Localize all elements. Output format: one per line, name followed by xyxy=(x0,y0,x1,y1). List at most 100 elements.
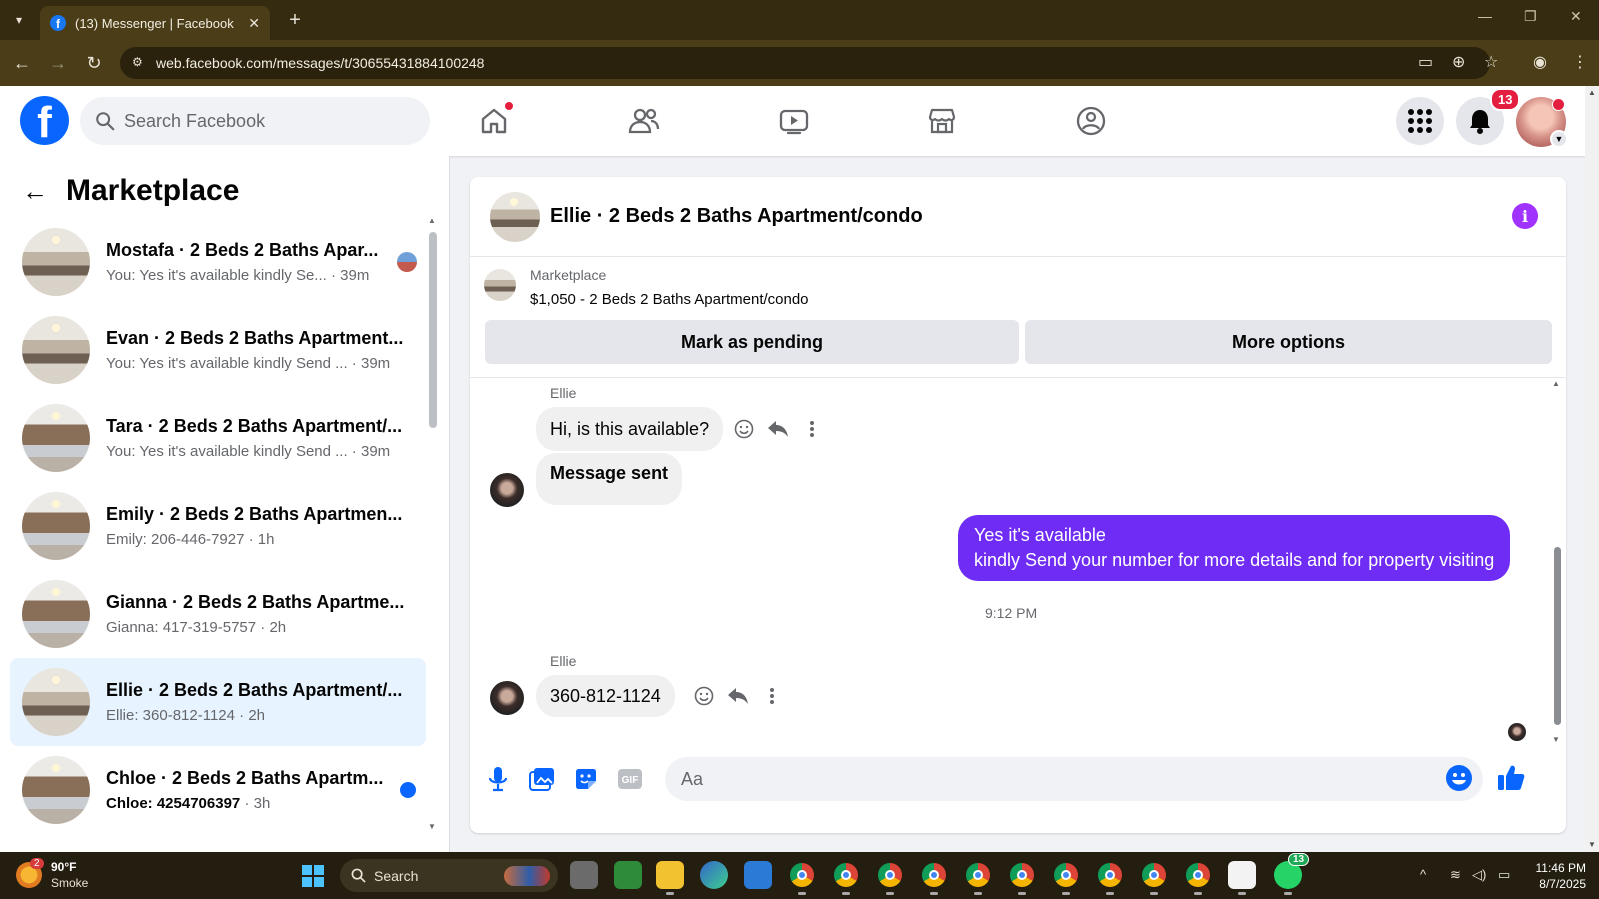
message-input[interactable]: Aa xyxy=(665,757,1483,801)
whatsapp-icon[interactable]: 13 xyxy=(1274,853,1310,895)
scrollbar-thumb[interactable] xyxy=(1554,547,1561,725)
mark-as-pending-button[interactable]: Mark as pending xyxy=(485,320,1019,364)
watch-nav-button[interactable] xyxy=(774,101,814,141)
conversation-item-active[interactable]: Ellie · 2 Beds 2 Baths Apartment/... Ell… xyxy=(10,658,426,746)
friends-nav-button[interactable] xyxy=(624,101,664,141)
browser-menu-icon[interactable]: ⋮ xyxy=(1572,52,1588,72)
preview-time: 39m xyxy=(360,443,391,460)
conversation-item[interactable]: Chloe · 2 Beds 2 Baths Apartm... Chloe: … xyxy=(10,746,426,834)
chrome-icon[interactable] xyxy=(1140,861,1168,895)
gif-icon[interactable]: GIF xyxy=(616,765,644,793)
emoji-picker-icon[interactable] xyxy=(1445,764,1473,792)
spreadsheet-app-icon[interactable] xyxy=(614,861,642,889)
edge-browser-icon[interactable] xyxy=(700,861,728,889)
voice-clip-icon[interactable] xyxy=(484,765,512,793)
system-clock[interactable]: 11:46 PM 8/7/2025 xyxy=(1530,860,1586,892)
incoming-message-bubble[interactable]: Hi, is this available? xyxy=(536,407,724,451)
chrome-icon[interactable] xyxy=(832,861,860,895)
scroll-down-arrow-icon[interactable]: ▼ xyxy=(1588,840,1596,849)
weather-widget[interactable]: 2 90°F Smoke xyxy=(16,858,88,890)
reply-icon[interactable] xyxy=(766,417,790,441)
more-actions-icon[interactable] xyxy=(800,417,824,441)
facebook-search-input[interactable]: Search Facebook xyxy=(80,97,430,145)
back-arrow-icon[interactable]: ← xyxy=(22,176,48,207)
scroll-up-arrow-icon[interactable]: ▲ xyxy=(1552,379,1560,388)
task-view-icon[interactable] xyxy=(570,861,598,889)
facebook-logo-icon[interactable]: f xyxy=(20,96,69,145)
chat-title[interactable]: Ellie · 2 Beds 2 Baths Apartment/condo xyxy=(550,205,923,228)
scroll-up-arrow-icon[interactable]: ▲ xyxy=(1588,88,1596,97)
windows-start-icon[interactable] xyxy=(302,865,324,887)
volume-icon[interactable]: ◁) xyxy=(1472,867,1486,883)
file-explorer-icon[interactable] xyxy=(656,861,684,895)
sender-avatar[interactable] xyxy=(490,681,524,715)
outgoing-message-bubble[interactable]: Yes it's available kindly Send your numb… xyxy=(958,515,1511,581)
scroll-down-arrow-icon[interactable]: ▼ xyxy=(428,822,436,831)
conversation-item[interactable]: Gianna · 2 Beds 2 Baths Apartme... Giann… xyxy=(10,570,426,658)
weather-alert-badge: 2 xyxy=(30,858,44,869)
conversation-item[interactable]: Evan · 2 Beds 2 Baths Apartment... You: … xyxy=(10,306,426,394)
restore-window-button[interactable]: ❐ xyxy=(1524,8,1537,25)
bookmark-star-icon[interactable]: ☆ xyxy=(1484,52,1498,72)
chrome-icon[interactable] xyxy=(1052,861,1080,895)
close-tab-icon[interactable]: ✕ xyxy=(248,15,260,32)
chrome-icon[interactable] xyxy=(964,861,992,895)
search-highlight-image xyxy=(504,866,550,886)
attach-photo-icon[interactable] xyxy=(528,765,556,793)
sticker-icon[interactable] xyxy=(572,765,600,793)
scroll-down-arrow-icon[interactable]: ▼ xyxy=(1552,735,1560,744)
thumbs-up-icon[interactable] xyxy=(1494,761,1528,795)
chrome-icon[interactable] xyxy=(1008,861,1036,895)
site-info-icon[interactable]: ⚙ xyxy=(132,55,148,71)
conversation-list-scrollbar[interactable]: ▲ ▼ xyxy=(428,216,438,836)
menu-apps-button[interactable] xyxy=(1396,97,1444,145)
groups-nav-button[interactable] xyxy=(1071,101,1111,141)
chat-scrollbar[interactable]: ▲ ▼ xyxy=(1552,379,1562,749)
scroll-up-arrow-icon[interactable]: ▲ xyxy=(428,216,436,225)
react-emoji-icon[interactable] xyxy=(692,684,716,708)
address-bar[interactable]: ⚙ web.facebook.com/messages/t/3065543188… xyxy=(120,47,1490,79)
battery-icon[interactable]: ▭ xyxy=(1498,867,1510,883)
incoming-message-bubble[interactable]: 360-812-1124 xyxy=(536,675,675,717)
chrome-icon[interactable] xyxy=(920,861,948,895)
new-tab-button[interactable]: + xyxy=(282,8,308,32)
chrome-icon[interactable] xyxy=(876,861,904,895)
close-window-button[interactable]: ✕ xyxy=(1570,8,1582,25)
grid-menu-icon xyxy=(1408,109,1432,133)
page-scrollbar[interactable]: ▲ ▼ xyxy=(1585,86,1599,852)
react-emoji-icon[interactable] xyxy=(732,417,756,441)
chrome-icon[interactable] xyxy=(788,861,816,895)
tab-search-chevron-icon[interactable]: ▾ xyxy=(6,8,32,32)
install-app-icon[interactable]: ▭ xyxy=(1418,52,1433,72)
forward-button[interactable]: → xyxy=(46,51,70,75)
browser-tab-messenger[interactable]: f (13) Messenger | Facebook ✕ xyxy=(40,6,270,40)
profile-icon[interactable]: ◉ xyxy=(1533,52,1547,72)
sender-avatar[interactable] xyxy=(490,473,524,507)
system-message-bubble[interactable]: Message sent xyxy=(536,453,683,505)
chevron-down-icon[interactable]: ▼ xyxy=(1550,130,1568,148)
reload-button[interactable]: ↻ xyxy=(82,51,106,75)
taskbar-search-box[interactable]: Search xyxy=(340,859,558,892)
back-button[interactable]: ← xyxy=(10,51,34,75)
notepad-app-icon[interactable] xyxy=(1228,861,1256,895)
conversation-item[interactable]: Mostafa · 2 Beds 2 Baths Apar... You: Ye… xyxy=(10,218,426,306)
more-options-button[interactable]: More options xyxy=(1025,320,1552,364)
home-nav-button[interactable] xyxy=(474,101,514,141)
conversation-item[interactable]: Tara · 2 Beds 2 Baths Apartment/... You:… xyxy=(10,394,426,482)
conversation-item[interactable]: Emily · 2 Beds 2 Baths Apartmen... Emily… xyxy=(10,482,426,570)
scrollbar-thumb[interactable] xyxy=(429,232,437,428)
chat-listing-photo[interactable] xyxy=(490,191,540,242)
chrome-icon[interactable] xyxy=(1184,861,1212,895)
preview-text: You: Yes it's available kindly Send ... xyxy=(106,355,348,372)
zoom-icon[interactable]: ⊕ xyxy=(1452,52,1465,72)
show-hidden-icons-chevron-icon[interactable]: ^ xyxy=(1420,867,1426,882)
info-icon[interactable]: i xyxy=(1512,203,1538,229)
wifi-icon[interactable]: ≋ xyxy=(1450,867,1461,883)
chrome-icon[interactable] xyxy=(1096,861,1124,895)
marketplace-shop-icon xyxy=(928,108,956,134)
more-actions-icon[interactable] xyxy=(760,684,784,708)
reply-icon[interactable] xyxy=(726,684,750,708)
minimize-window-button[interactable]: — xyxy=(1478,8,1492,24)
store-app-icon[interactable] xyxy=(744,861,772,889)
marketplace-nav-button[interactable] xyxy=(922,101,962,141)
